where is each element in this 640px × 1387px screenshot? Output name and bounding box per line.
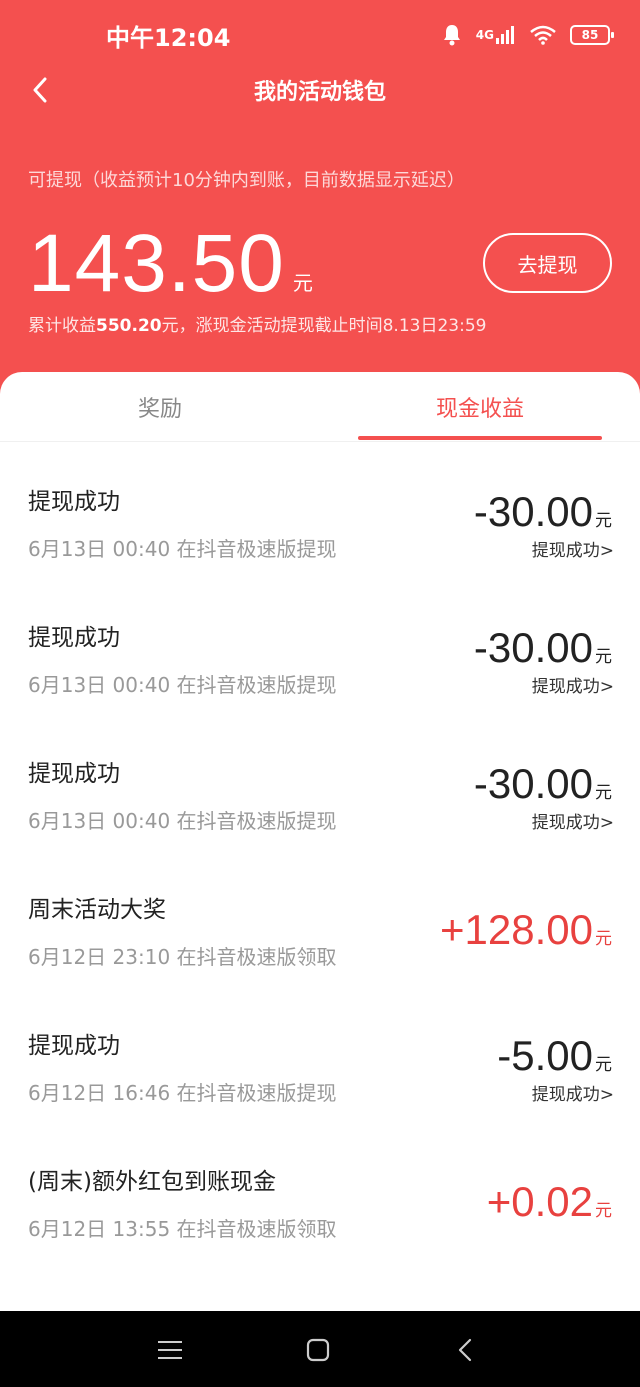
transaction-detail: 6月13日 00:40 在抖音极速版提现 — [28, 809, 337, 833]
balance-display: 143.50 元 — [28, 222, 313, 306]
transaction-amount-group: -30.00 元 — [474, 762, 612, 806]
transaction-status-link[interactable]: 提现成功> — [532, 808, 614, 833]
network-type: 4G — [475, 28, 494, 42]
transaction-amount: -30.00 — [473, 624, 593, 671]
transaction-amount-group: -30.00 元 — [474, 626, 612, 670]
transaction-amount-group: +0.02 元 — [487, 1180, 612, 1224]
transaction-amount: -30.00 — [473, 488, 593, 535]
transaction-status-link[interactable]: 提现成功> — [532, 672, 614, 697]
transaction-amount: -5.00 — [497, 1032, 593, 1079]
transaction-amount: -30.00 — [473, 760, 593, 807]
signal-icon: 4G — [476, 26, 516, 44]
menu-icon — [158, 1341, 182, 1359]
home-square-icon — [306, 1338, 330, 1362]
bell-icon — [442, 24, 462, 46]
earnings-panel: 奖励 现金收益 提现成功 6月13日 00:40 在抖音极速版提现 -30.00… — [0, 372, 640, 1312]
tab-rewards[interactable]: 奖励 — [40, 372, 280, 442]
transaction-title: (周末)额外红包到账现金 — [28, 1169, 276, 1195]
system-back-button[interactable] — [445, 1333, 485, 1367]
amount-unit: 元 — [595, 929, 612, 949]
amount-unit: 元 — [595, 1055, 612, 1075]
transaction-amount: +0.02 — [486, 1178, 593, 1225]
transaction-amount-group: -30.00 元 — [474, 490, 612, 534]
transaction-detail: 6月13日 00:40 在抖音极速版提现 — [28, 673, 337, 697]
wallet-header: 中午12:04 4G 85 我的活动钱包 可提现（收益预计10分钟内到账，目前数… — [0, 0, 640, 400]
transaction-amount: +128.00 — [440, 906, 593, 953]
transaction-title: 提现成功 — [28, 1033, 120, 1059]
transaction-item[interactable]: 提现成功 6月12日 16:46 在抖音极速版提现 -5.00 元 提现成功> — [0, 986, 640, 1122]
transaction-list: 提现成功 6月13日 00:40 在抖音极速版提现 -30.00 元 提现成功> … — [0, 442, 640, 1258]
transaction-item[interactable]: 提现成功 6月13日 00:40 在抖音极速版提现 -30.00 元 提现成功> — [0, 578, 640, 714]
transaction-detail: 6月12日 16:46 在抖音极速版提现 — [28, 1081, 337, 1105]
transaction-item[interactable]: 提现成功 6月13日 00:40 在抖音极速版提现 -30.00 元 提现成功> — [0, 442, 640, 578]
transaction-amount-group: +128.00 元 — [440, 908, 612, 952]
menu-button[interactable] — [150, 1333, 190, 1367]
status-icons: 4G 85 — [442, 20, 614, 50]
active-tab-indicator — [358, 436, 602, 440]
status-bar: 中午12:04 4G 85 — [0, 0, 640, 70]
total-earnings-line: 累计收益550.20元，涨现金活动提现截止时间8.13日23:59 — [28, 311, 486, 336]
transaction-status-link[interactable]: 提现成功> — [532, 536, 614, 561]
amount-unit: 元 — [595, 783, 612, 803]
tab-cash-earnings[interactable]: 现金收益 — [360, 372, 600, 442]
amount-unit: 元 — [595, 647, 612, 667]
withdrawable-note: 可提现（收益预计10分钟内到账，目前数据显示延迟） — [28, 170, 465, 191]
page-title: 我的活动钱包 — [253, 80, 386, 105]
transaction-detail: 6月12日 13:55 在抖音极速版领取 — [28, 1217, 337, 1241]
balance-unit: 元 — [292, 271, 313, 295]
wifi-icon — [530, 25, 556, 45]
transaction-status-link[interactable]: 提现成功> — [532, 1080, 614, 1105]
triangle-back-icon — [458, 1338, 472, 1362]
transaction-item[interactable]: (周末)额外红包到账现金 6月12日 13:55 在抖音极速版领取 +0.02 元 — [0, 1122, 640, 1258]
withdraw-button[interactable]: 去提现 — [483, 233, 612, 293]
total-suffix: 元，涨现金活动提现截止时间8.13日23:59 — [161, 316, 487, 336]
transaction-item[interactable]: 周末活动大奖 6月12日 23:10 在抖音极速版领取 +128.00 元 — [0, 850, 640, 986]
transaction-detail: 6月12日 23:10 在抖音极速版领取 — [28, 945, 337, 969]
amount-unit: 元 — [595, 1201, 612, 1221]
home-button[interactable] — [298, 1333, 338, 1367]
nav-bar: 我的活动钱包 — [0, 70, 640, 110]
transaction-item[interactable]: 提现成功 6月13日 00:40 在抖音极速版提现 -30.00 元 提现成功> — [0, 714, 640, 850]
transaction-title: 提现成功 — [28, 761, 120, 787]
status-time: 中午12:04 — [106, 24, 231, 52]
battery-icon: 85 — [570, 25, 614, 45]
transaction-detail: 6月13日 00:40 在抖音极速版提现 — [28, 537, 337, 561]
transaction-title: 周末活动大奖 — [28, 897, 166, 923]
total-value: 550.20 — [96, 316, 162, 336]
transaction-title: 提现成功 — [28, 625, 120, 651]
tab-bar: 奖励 现金收益 — [0, 372, 640, 442]
amount-unit: 元 — [595, 511, 612, 531]
transaction-title: 提现成功 — [28, 489, 120, 515]
balance-amount: 143.50 — [28, 218, 285, 309]
transaction-amount-group: -5.00 元 — [497, 1034, 612, 1078]
total-prefix: 累计收益 — [28, 316, 96, 336]
battery-level: 85 — [581, 28, 599, 42]
system-nav-bar — [0, 1311, 640, 1387]
